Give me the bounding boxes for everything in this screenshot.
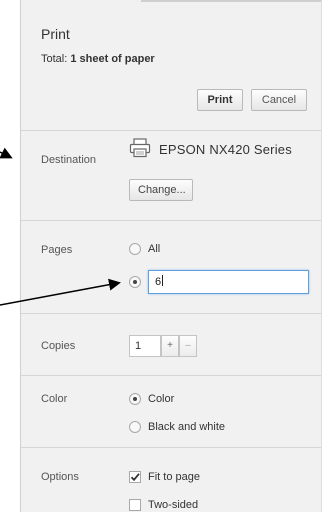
copies-decrement-button[interactable]: –	[179, 335, 197, 357]
total-summary: Total: 1 sheet of paper	[41, 53, 155, 65]
divider	[21, 447, 321, 448]
two-sided-label: Two-sided	[148, 499, 199, 511]
document-area	[0, 0, 20, 512]
color-label: Color	[41, 393, 68, 405]
copies-input[interactable]: 1	[129, 335, 161, 357]
printer-icon	[129, 138, 151, 158]
divider	[21, 313, 321, 314]
pages-label: Pages	[41, 244, 73, 256]
pages-custom-input[interactable]: 6	[148, 270, 309, 294]
divider	[21, 220, 321, 221]
total-value: 1 sheet of paper	[70, 53, 155, 65]
color-option-label: Color	[148, 393, 175, 405]
pages-custom-value: 6	[155, 276, 162, 288]
fit-to-page-label: Fit to page	[148, 471, 200, 483]
copies-increment-button[interactable]: +	[161, 335, 179, 357]
total-label: Total:	[41, 53, 68, 65]
text-cursor	[162, 275, 164, 286]
fit-to-page-checkbox[interactable]	[129, 471, 141, 483]
options-label: Options	[41, 471, 79, 483]
pages-all-radio[interactable]	[129, 243, 141, 255]
pages-custom-radio[interactable]	[129, 276, 141, 288]
color-option-radio[interactable]	[129, 393, 141, 405]
page-title: Print	[41, 26, 70, 42]
cancel-button[interactable]: Cancel	[251, 89, 307, 111]
preview-edge	[321, 0, 331, 512]
print-panel: Print Total: 1 sheet of paper Print Canc…	[20, 0, 331, 512]
checkmark-icon	[130, 473, 140, 482]
change-destination-button[interactable]: Change...	[129, 179, 193, 201]
divider	[21, 375, 321, 376]
black-white-radio[interactable]	[129, 421, 141, 433]
print-header: Print Total: 1 sheet of paper Print Canc…	[21, 0, 321, 130]
black-white-label: Black and white	[148, 421, 226, 433]
divider	[21, 130, 321, 131]
destination-label: Destination	[41, 154, 97, 166]
two-sided-checkbox[interactable]	[129, 499, 141, 511]
print-button[interactable]: Print	[197, 89, 243, 111]
pages-all-label: All	[148, 243, 161, 255]
printer-name: EPSON NX420 Series	[159, 142, 292, 157]
copies-label: Copies	[41, 340, 76, 352]
